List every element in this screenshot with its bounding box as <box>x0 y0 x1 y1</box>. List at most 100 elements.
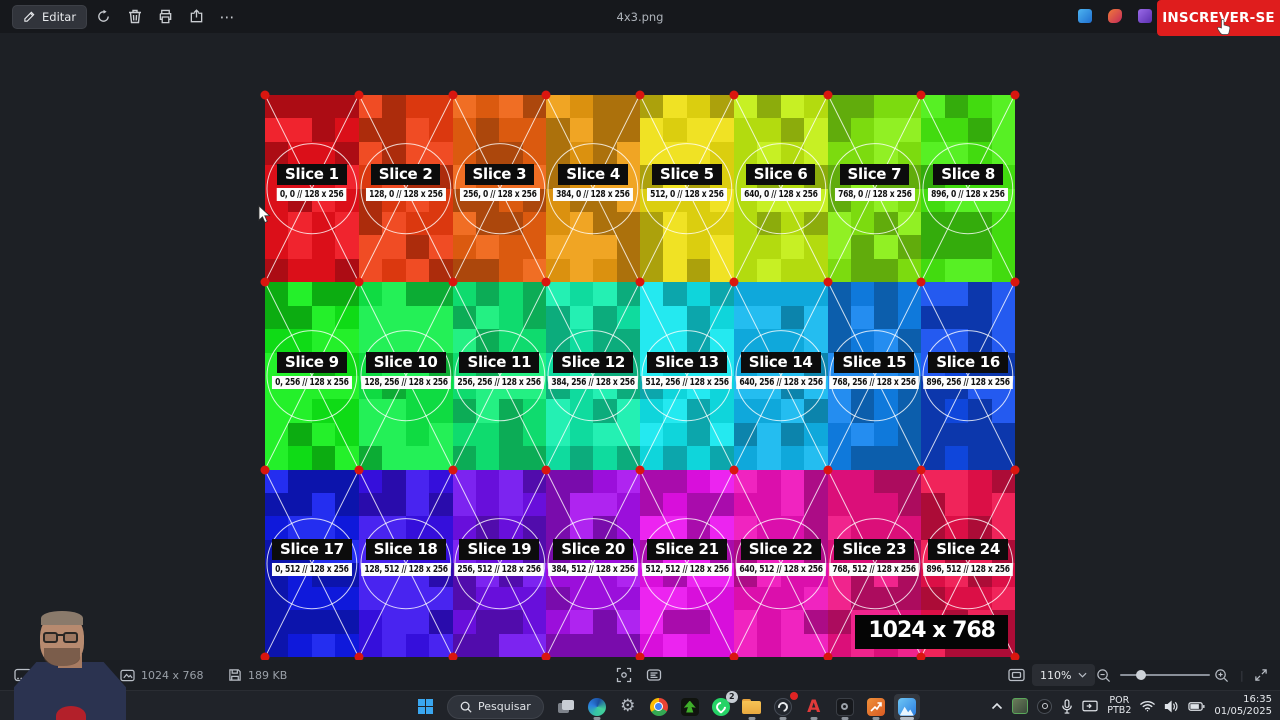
zoom-in-button[interactable] <box>1214 660 1229 690</box>
folder-icon <box>742 699 762 714</box>
edit-button[interactable]: Editar <box>12 4 88 29</box>
selection-handle[interactable] <box>823 277 832 287</box>
selection-handle[interactable] <box>729 277 739 287</box>
obs-tray-icon[interactable] <box>1037 698 1053 714</box>
obs-button[interactable] <box>770 691 798 720</box>
zoom-level[interactable]: 110% <box>1032 660 1096 690</box>
rotate-button[interactable] <box>89 5 118 29</box>
selection-handle[interactable] <box>354 465 364 475</box>
shirt-logo <box>56 706 86 720</box>
slice: Slice 18 128, 512 // 128 x 256 <box>358 469 453 657</box>
slice-coords: 896, 256 // 128 x 256 <box>923 375 1013 389</box>
settings-button[interactable]: ⚙ <box>615 694 641 720</box>
zoom-slider[interactable] <box>1120 660 1210 690</box>
selection-handle[interactable] <box>823 90 832 100</box>
slice-name: Slice 15 <box>834 351 915 373</box>
selection-handle[interactable] <box>635 465 645 475</box>
slice: Slice 21 512, 512 // 128 x 256 <box>640 469 734 657</box>
selection-handle[interactable] <box>260 90 270 100</box>
red-a-app-button[interactable]: A <box>801 694 827 720</box>
obs-icon <box>773 697 792 716</box>
slice-coords: 256, 256 // 128 x 256 <box>454 375 545 389</box>
selection-handle[interactable] <box>448 465 457 475</box>
selection-handle[interactable] <box>541 465 551 475</box>
selection-handle[interactable] <box>260 465 270 475</box>
selection-handle[interactable] <box>729 465 739 475</box>
selection-handle[interactable] <box>635 277 645 287</box>
speaker-icon[interactable] <box>1164 700 1179 713</box>
slice-name: Slice 6 <box>745 164 816 186</box>
language-indicator[interactable]: POR PTB2 <box>1107 696 1131 716</box>
slice: Slice 11 256, 256 // 128 x 256 <box>452 282 547 470</box>
share-button[interactable] <box>182 5 211 29</box>
webcam-tray-icon[interactable] <box>1012 698 1029 714</box>
print-button[interactable] <box>151 5 180 29</box>
selection-handle[interactable] <box>916 465 926 475</box>
slice-name: Slice 12 <box>553 351 634 373</box>
orange-app-button[interactable] <box>863 694 889 720</box>
battery-icon[interactable] <box>1188 701 1205 712</box>
zoom-value: 110% <box>1040 668 1072 682</box>
more-button[interactable]: ⋯ <box>213 5 242 29</box>
selection-handle[interactable] <box>354 277 364 287</box>
slice: Slice 19 256, 512 // 128 x 256 <box>452 469 547 657</box>
selection-handle[interactable] <box>260 277 270 287</box>
slice-name: Slice 13 <box>646 351 727 373</box>
save-icon <box>229 669 241 681</box>
explorer-button[interactable] <box>739 694 765 720</box>
selection-handle[interactable] <box>635 90 645 100</box>
fit-window-button[interactable] <box>1008 660 1025 690</box>
slice-coords: 128, 256 // 128 x 256 <box>360 375 451 389</box>
compare-button[interactable] <box>646 660 662 690</box>
fullscreen-button[interactable] <box>1254 660 1268 690</box>
slice-coords: 896, 0 // 128 x 256 <box>928 188 1009 202</box>
zoom-in-icon <box>1215 668 1229 682</box>
selection-handle[interactable] <box>1010 465 1020 475</box>
task-view-button[interactable] <box>553 694 579 720</box>
photos-app-button[interactable] <box>893 693 920 720</box>
selection-handle[interactable] <box>823 465 832 475</box>
task-view-icon <box>557 699 574 713</box>
search-label: Pesquisar <box>478 700 531 713</box>
slice-coords: 128, 512 // 128 x 256 <box>360 562 451 576</box>
whatsapp-badge: 2 <box>725 690 738 703</box>
delete-button[interactable] <box>120 5 149 29</box>
edge-button[interactable] <box>584 694 610 720</box>
slice-coords: 0, 256 // 128 x 256 <box>271 375 352 389</box>
start-button[interactable] <box>412 694 438 720</box>
slice-coords: 0, 0 // 128 x 256 <box>276 188 347 202</box>
selection-handle[interactable] <box>729 90 739 100</box>
zoom-slider-track[interactable] <box>1120 670 1210 680</box>
pencil-icon <box>24 11 35 22</box>
chrome-button[interactable] <box>646 694 672 720</box>
selection-handle[interactable] <box>448 90 457 100</box>
selection-handle[interactable] <box>541 277 551 287</box>
cast-display-icon[interactable] <box>1082 699 1098 713</box>
person-hair <box>41 611 83 625</box>
image-size-badge: 1024 x 768 <box>855 615 1008 649</box>
wifi-icon[interactable] <box>1140 700 1156 712</box>
camera-app-button[interactable] <box>832 694 858 720</box>
slice-name: Slice 1 <box>277 164 347 186</box>
microphone-icon[interactable] <box>1061 698 1073 714</box>
selection-handle[interactable] <box>354 90 364 100</box>
selection-handle[interactable] <box>1010 90 1020 100</box>
zoom-out-button[interactable] <box>1096 660 1111 690</box>
taskbar-search[interactable]: Pesquisar <box>447 694 544 719</box>
slice: Slice 1 0, 0 // 128 x 256 <box>265 95 359 283</box>
actual-size-button[interactable] <box>616 660 632 690</box>
selection-handle[interactable] <box>916 277 926 287</box>
whatsapp-button[interactable]: 2 <box>708 690 738 720</box>
taskbar: Pesquisar ⚙ 2 A POR PTB2 16:35 01/05/202… <box>0 690 1280 720</box>
selection-handle[interactable] <box>916 90 926 100</box>
red-a-icon: A <box>807 696 821 717</box>
selection-handle[interactable] <box>448 277 457 287</box>
zoom-slider-thumb[interactable] <box>1136 670 1146 680</box>
taskbar-clock[interactable]: 16:35 01/05/2025 <box>1214 694 1272 718</box>
green-app-button[interactable] <box>677 694 703 720</box>
selection-handle[interactable] <box>1010 277 1020 287</box>
selection-handle[interactable] <box>541 90 551 100</box>
tray-chevron-up-icon[interactable] <box>991 702 1003 710</box>
slice-grid[interactable]: Slice 1 0, 0 // 128 x 256 Slice 2 128, 0 //… <box>260 90 1020 662</box>
slice-coords: 768, 512 // 128 x 256 <box>829 562 920 576</box>
